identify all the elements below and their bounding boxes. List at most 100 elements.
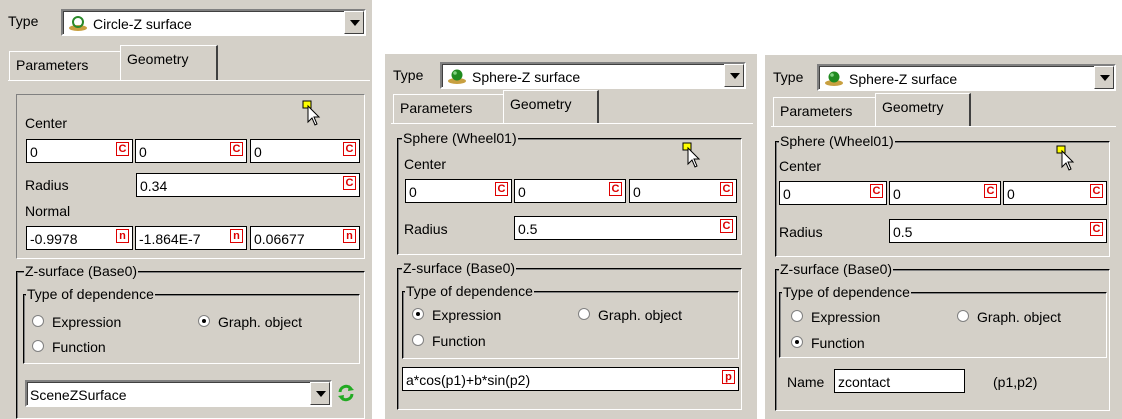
center-y-input[interactable]: 0 C	[889, 181, 1001, 205]
radio-dot[interactable]	[32, 340, 44, 352]
value: zcontact	[838, 374, 891, 390]
const-flag-icon[interactable]: C	[609, 182, 622, 196]
type-label: Type	[393, 67, 424, 83]
chevron-down-icon[interactable]	[1094, 66, 1114, 89]
chevron-down-icon[interactable]	[310, 382, 330, 405]
sphere-title: Sphere (Wheel01)	[402, 130, 518, 146]
radio-label: Graph. object	[598, 307, 683, 323]
sphere-title: Sphere (Wheel01)	[779, 133, 895, 149]
radio-dot[interactable]	[957, 310, 969, 322]
radius-input[interactable]: 0.5 C	[889, 219, 1107, 243]
center-z-input[interactable]: 0 C	[1003, 181, 1107, 205]
value: a*cos(p1)+b*sin(p2)	[406, 372, 531, 388]
value: 0	[518, 184, 526, 200]
tab-geometry[interactable]: Geometry	[503, 90, 599, 124]
dependence-title: Type of dependence	[26, 286, 155, 302]
const-flag-icon[interactable]: C	[116, 142, 129, 156]
tab-label: Parameters	[780, 103, 853, 119]
value: 0	[1007, 186, 1015, 202]
const-flag-icon[interactable]: C	[343, 142, 356, 156]
const-flag-icon[interactable]: C	[720, 182, 733, 196]
radius-input[interactable]: 0.5 C	[514, 216, 737, 240]
const-flag-icon[interactable]: C	[343, 176, 356, 190]
graph-object-value: SceneZSurface	[30, 387, 127, 403]
pointer-cursor-icon	[1056, 145, 1075, 171]
pointer-cursor-icon	[682, 142, 701, 168]
const-flag-icon[interactable]: C	[495, 182, 508, 196]
value: 0	[139, 144, 147, 160]
value: 0	[254, 144, 262, 160]
type-label: Type	[773, 69, 804, 85]
value: 0.34	[140, 178, 168, 194]
radio-dot[interactable]	[791, 336, 803, 348]
center-y-input[interactable]: 0 C	[135, 139, 247, 163]
tab-geometry[interactable]: Geometry	[120, 45, 218, 81]
const-flag-icon[interactable]: C	[1090, 222, 1103, 236]
tab-label: Geometry	[510, 96, 572, 112]
tab-parameters[interactable]: Parameters	[9, 51, 122, 81]
radio-dot[interactable]	[412, 334, 424, 346]
radio-dot[interactable]	[578, 308, 590, 320]
center-label: Center	[25, 115, 68, 131]
chevron-down-icon[interactable]	[344, 11, 364, 34]
type-label: Type	[8, 13, 39, 29]
radius-label: Radius	[779, 224, 823, 240]
center-x-input[interactable]: 0 C	[779, 181, 887, 205]
function-name-input[interactable]: zcontact	[834, 369, 965, 393]
type-combobox[interactable]: Sphere-Z surface	[440, 62, 746, 89]
tab-label: Parameters	[400, 100, 473, 116]
center-z-input[interactable]: 0 C	[629, 179, 737, 203]
type-combobox[interactable]: Sphere-Z surface	[817, 64, 1116, 91]
tab-parameters[interactable]: Parameters	[393, 94, 506, 124]
param-flag-icon[interactable]: p	[722, 370, 735, 384]
center-z-input[interactable]: 0 C	[250, 139, 360, 163]
center-x-input[interactable]: 0 C	[26, 139, 133, 163]
tab-geometry[interactable]: Geometry	[875, 93, 971, 127]
center-y-input[interactable]: 0 C	[514, 179, 626, 203]
value: -1.864E-7	[139, 231, 201, 247]
value: 0	[633, 184, 641, 200]
function-args: (p1,p2)	[993, 374, 1038, 390]
expression-input[interactable]: a*cos(p1)+b*sin(p2) p	[402, 367, 739, 391]
value: 0.06677	[254, 231, 305, 247]
graph-object-combobox[interactable]: SceneZSurface	[25, 380, 332, 407]
radio-label: Function	[432, 333, 486, 349]
const-flag-icon[interactable]: C	[1090, 184, 1103, 198]
const-flag-icon[interactable]: C	[870, 184, 883, 198]
radio-dot[interactable]	[32, 315, 44, 327]
tab-page-border	[771, 126, 1116, 128]
tab-label: Geometry	[882, 99, 944, 115]
radio-label: Function	[52, 339, 106, 355]
normal-y-input[interactable]: -1.864E-7 n	[135, 226, 247, 250]
value: 0	[783, 186, 791, 202]
refresh-icon[interactable]	[337, 384, 355, 402]
value: -0.9978	[30, 231, 78, 247]
center-label: Center	[404, 156, 447, 172]
radio-dot[interactable]	[198, 315, 210, 327]
radio-label: Graph. object	[977, 309, 1062, 325]
radio-dot[interactable]	[791, 310, 803, 322]
radio-dot[interactable]	[412, 308, 424, 320]
const-flag-icon[interactable]: C	[230, 142, 243, 156]
chevron-down-icon[interactable]	[724, 64, 744, 87]
const-flag-icon[interactable]: C	[984, 184, 997, 198]
radio-label: Function	[811, 335, 865, 351]
tab-parameters[interactable]: Parameters	[773, 97, 877, 127]
type-combobox[interactable]: Circle-Z surface	[61, 9, 366, 36]
type-value: Sphere-Z surface	[472, 69, 581, 85]
radio-label: Expression	[811, 309, 881, 325]
sphere-surface-icon	[825, 71, 843, 86]
const-flag-icon[interactable]: C	[720, 219, 733, 233]
normal-flag-icon[interactable]: n	[230, 229, 243, 243]
normal-x-input[interactable]: -0.9978 n	[26, 226, 133, 250]
radius-input[interactable]: 0.34 C	[136, 173, 360, 197]
center-x-input[interactable]: 0 C	[405, 179, 512, 203]
value: 0.5	[893, 224, 913, 240]
dependence-title: Type of dependence	[782, 284, 911, 300]
zsurface-title: Z-surface (Base0)	[402, 260, 517, 276]
dependence-title: Type of dependence	[405, 283, 534, 299]
normal-flag-icon[interactable]: n	[116, 229, 129, 243]
value: 0.5	[518, 221, 538, 237]
normal-z-input[interactable]: 0.06677 n	[250, 226, 360, 250]
normal-flag-icon[interactable]: n	[343, 229, 356, 243]
